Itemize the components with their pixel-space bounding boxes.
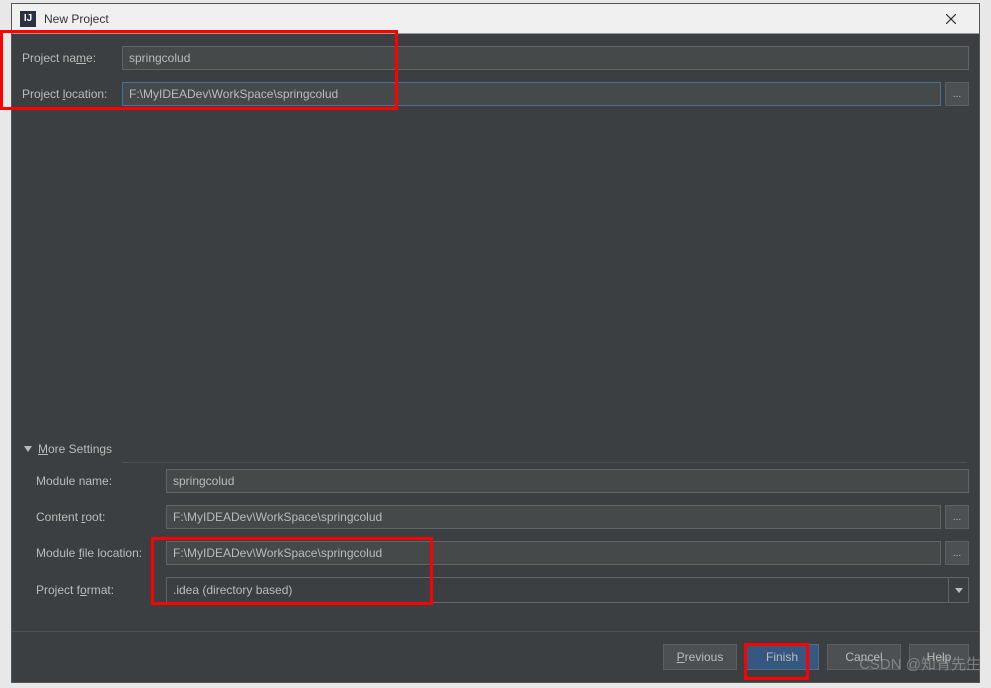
- module-file-location-row: Module file location: ...: [36, 541, 969, 565]
- more-settings-label: More Settings: [38, 442, 112, 456]
- project-location-input[interactable]: [122, 82, 941, 106]
- close-button[interactable]: [931, 5, 971, 33]
- chevron-down-icon: [24, 446, 32, 452]
- project-name-input[interactable]: [122, 46, 969, 70]
- button-bar: Previous Finish Cancel Help: [12, 631, 979, 682]
- project-name-label: Project name:: [22, 51, 122, 65]
- content-root-browse-button[interactable]: ...: [945, 505, 969, 529]
- help-button[interactable]: Help: [909, 644, 969, 670]
- module-name-row: Module name:: [36, 469, 969, 493]
- content-root-row: Content root: ...: [36, 505, 969, 529]
- module-file-location-input[interactable]: [166, 541, 941, 565]
- project-location-row: Project location: ...: [22, 82, 969, 106]
- new-project-window: IJ New Project Project name: Project loc…: [11, 3, 980, 683]
- dialog-content: Project name: Project location: ... More…: [12, 34, 979, 682]
- titlebar: IJ New Project: [12, 4, 979, 34]
- close-icon: [946, 14, 956, 24]
- cancel-button[interactable]: Cancel: [827, 644, 901, 670]
- spacer: [12, 128, 979, 436]
- more-settings-section: Module name: Content root: ... Module fi…: [12, 463, 979, 627]
- module-name-label: Module name:: [36, 474, 166, 488]
- project-name-row: Project name:: [22, 46, 969, 70]
- project-format-label: Project format:: [36, 583, 166, 597]
- dropdown-arrow-icon: [948, 578, 968, 602]
- project-location-browse-button[interactable]: ...: [945, 82, 969, 106]
- content-root-input[interactable]: [166, 505, 941, 529]
- window-title: New Project: [44, 12, 931, 26]
- module-file-location-browse-button[interactable]: ...: [945, 541, 969, 565]
- app-icon: IJ: [20, 11, 36, 27]
- project-format-row: Project format: .idea (directory based): [36, 577, 969, 603]
- previous-button[interactable]: Previous: [663, 644, 737, 670]
- project-format-value: .idea (directory based): [173, 583, 292, 597]
- project-format-dropdown[interactable]: .idea (directory based): [166, 577, 969, 603]
- project-location-label: Project location:: [22, 87, 122, 101]
- more-settings-toggle[interactable]: More Settings: [12, 436, 979, 462]
- module-name-input[interactable]: [166, 469, 969, 493]
- module-file-location-label: Module file location:: [36, 546, 166, 560]
- top-form-section: Project name: Project location: ...: [12, 34, 979, 128]
- finish-button[interactable]: Finish: [745, 644, 819, 670]
- content-root-label: Content root:: [36, 510, 166, 524]
